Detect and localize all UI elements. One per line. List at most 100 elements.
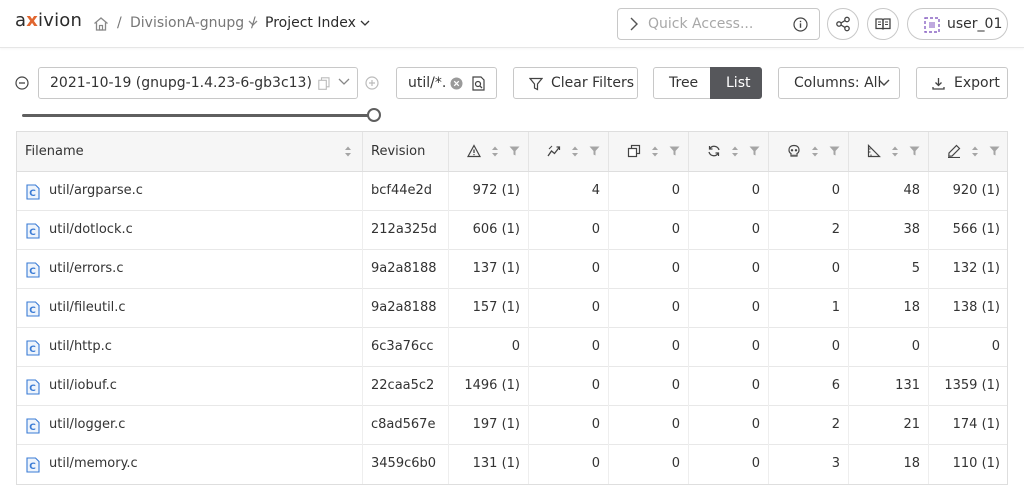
header-metric-clone[interactable] xyxy=(608,132,688,171)
sort-icon[interactable] xyxy=(571,145,579,158)
column-filter-icon[interactable] xyxy=(669,146,680,156)
table-row[interactable]: Cutil/errors.c 9a2a8188 137 (1) 0 0 0 0 5 132 (1… xyxy=(17,250,1007,289)
cell-metric[interactable]: 6 xyxy=(768,367,848,406)
cell-metric[interactable]: 0 xyxy=(688,172,768,211)
clear-filters-button[interactable]: Clear Filters xyxy=(513,67,638,99)
cell-metric[interactable]: 48 xyxy=(848,172,928,211)
cell-metric[interactable]: 566 (1) xyxy=(928,211,1008,250)
cell-metric[interactable]: 0 xyxy=(688,211,768,250)
column-filter-icon[interactable] xyxy=(829,146,840,156)
clear-input-icon[interactable] xyxy=(450,77,463,90)
header-metric-warning[interactable] xyxy=(448,132,528,171)
user-menu-button[interactable]: user_01 xyxy=(907,8,1008,40)
cell-filename[interactable]: Cutil/dotlock.c xyxy=(17,211,362,250)
cell-metric[interactable]: 0 xyxy=(688,367,768,406)
info-icon[interactable] xyxy=(793,17,808,32)
documentation-button[interactable] xyxy=(867,8,899,40)
cell-metric[interactable]: 132 (1) xyxy=(928,250,1008,289)
home-icon[interactable] xyxy=(93,16,109,32)
cell-metric[interactable]: 38 xyxy=(848,211,928,250)
filename[interactable]: util/dotlock.c xyxy=(49,222,133,237)
table-row[interactable]: Cutil/argparse.c bcf44e2d 972 (1) 4 0 0 0 48 920… xyxy=(17,172,1007,211)
cell-metric[interactable]: 606 (1) xyxy=(448,211,528,250)
cell-metric[interactable]: 0 xyxy=(768,172,848,211)
header-metric-style[interactable] xyxy=(928,132,1008,171)
sort-icon[interactable] xyxy=(491,145,499,158)
cell-metric[interactable]: 1359 (1) xyxy=(928,367,1008,406)
sort-icon[interactable] xyxy=(731,145,739,158)
cell-metric[interactable]: 0 xyxy=(608,445,688,484)
filename[interactable]: util/logger.c xyxy=(49,417,125,432)
table-row[interactable]: Cutil/logger.c c8ad567e 197 (1) 0 0 0 2 21 174 (… xyxy=(17,406,1007,445)
version-select[interactable]: 2021-10-19 (gnupg-1.4.23-6-gb3c13) xyxy=(38,67,358,99)
cell-metric[interactable]: 0 xyxy=(528,406,608,445)
cell-metric[interactable]: 0 xyxy=(528,367,608,406)
cell-metric[interactable]: 0 xyxy=(528,328,608,367)
header-metric-metric[interactable] xyxy=(848,132,928,171)
breadcrumb-project-group[interactable]: DivisionA-gnupg xyxy=(130,15,258,31)
column-filter-icon[interactable] xyxy=(749,146,760,156)
cell-metric[interactable]: 0 xyxy=(688,406,768,445)
table-row[interactable]: Cutil/iobuf.c 22caa5c2 1496 (1) 0 0 0 6 131 1359… xyxy=(17,367,1007,406)
cell-metric[interactable]: 21 xyxy=(848,406,928,445)
filename[interactable]: util/http.c xyxy=(49,339,112,354)
cell-metric[interactable]: 0 xyxy=(768,328,848,367)
breadcrumb-current-page[interactable]: Project Index xyxy=(265,15,370,31)
share-button[interactable] xyxy=(827,8,859,40)
version-range-slider[interactable] xyxy=(22,114,374,117)
list-view-toggle[interactable]: List xyxy=(710,67,762,99)
file-search-icon[interactable] xyxy=(472,76,486,91)
cell-metric[interactable]: 0 xyxy=(608,250,688,289)
cell-metric[interactable]: 110 (1) xyxy=(928,445,1008,484)
filename[interactable]: util/iobuf.c xyxy=(49,378,117,393)
filename[interactable]: util/errors.c xyxy=(49,261,123,276)
quick-access-input[interactable]: Quick Access... xyxy=(617,8,820,40)
sort-icon[interactable] xyxy=(971,145,979,158)
cell-metric[interactable]: 972 (1) xyxy=(448,172,528,211)
cell-filename[interactable]: Cutil/argparse.c xyxy=(17,172,362,211)
cell-metric[interactable]: 3 xyxy=(768,445,848,484)
cell-metric[interactable]: 0 xyxy=(608,211,688,250)
header-metric-trend[interactable] xyxy=(528,132,608,171)
cell-filename[interactable]: Cutil/http.c xyxy=(17,328,362,367)
column-filter-icon[interactable] xyxy=(509,146,520,156)
tree-view-toggle[interactable]: Tree xyxy=(653,67,711,99)
cell-metric[interactable]: 0 xyxy=(688,328,768,367)
filename[interactable]: util/fileutil.c xyxy=(49,300,126,315)
table-row[interactable]: Cutil/dotlock.c 212a325d 606 (1) 0 0 0 2 38 566 … xyxy=(17,211,1007,250)
table-row[interactable]: Cutil/memory.c 3459c6b0 131 (1) 0 0 0 3 18 110 (… xyxy=(17,445,1007,484)
cell-metric[interactable]: 0 xyxy=(928,328,1008,367)
cell-metric[interactable]: 920 (1) xyxy=(928,172,1008,211)
cell-metric[interactable]: 0 xyxy=(768,250,848,289)
cell-metric[interactable]: 0 xyxy=(528,211,608,250)
cell-metric[interactable]: 18 xyxy=(848,445,928,484)
cell-metric[interactable]: 138 (1) xyxy=(928,289,1008,328)
column-filter-icon[interactable] xyxy=(589,146,600,156)
cell-metric[interactable]: 131 xyxy=(848,367,928,406)
sort-icon[interactable] xyxy=(891,145,899,158)
cell-filename[interactable]: Cutil/iobuf.c xyxy=(17,367,362,406)
table-row[interactable]: Cutil/fileutil.c 9a2a8188 157 (1) 0 0 0 1 18 138… xyxy=(17,289,1007,328)
cell-metric[interactable]: 0 xyxy=(608,367,688,406)
cell-metric[interactable]: 0 xyxy=(448,328,528,367)
path-filter-input[interactable]: util/*. xyxy=(396,67,497,99)
cell-metric[interactable]: 0 xyxy=(528,250,608,289)
cell-filename[interactable]: Cutil/logger.c xyxy=(17,406,362,445)
cell-metric[interactable]: 2 xyxy=(768,211,848,250)
copy-icon[interactable] xyxy=(318,77,330,90)
column-filter-icon[interactable] xyxy=(989,146,1000,156)
header-metric-skull[interactable] xyxy=(768,132,848,171)
cell-metric[interactable]: 0 xyxy=(528,289,608,328)
cell-filename[interactable]: Cutil/fileutil.c xyxy=(17,289,362,328)
filename[interactable]: util/memory.c xyxy=(49,456,138,471)
cell-metric[interactable]: 0 xyxy=(608,289,688,328)
cell-metric[interactable]: 18 xyxy=(848,289,928,328)
cell-metric[interactable]: 0 xyxy=(688,289,768,328)
cell-metric[interactable]: 1 xyxy=(768,289,848,328)
cell-metric[interactable]: 0 xyxy=(608,172,688,211)
cell-metric[interactable]: 0 xyxy=(688,250,768,289)
cell-metric[interactable]: 4 xyxy=(528,172,608,211)
cell-metric[interactable]: 0 xyxy=(608,406,688,445)
cell-filename[interactable]: Cutil/memory.c xyxy=(17,445,362,484)
cell-metric[interactable]: 1496 (1) xyxy=(448,367,528,406)
